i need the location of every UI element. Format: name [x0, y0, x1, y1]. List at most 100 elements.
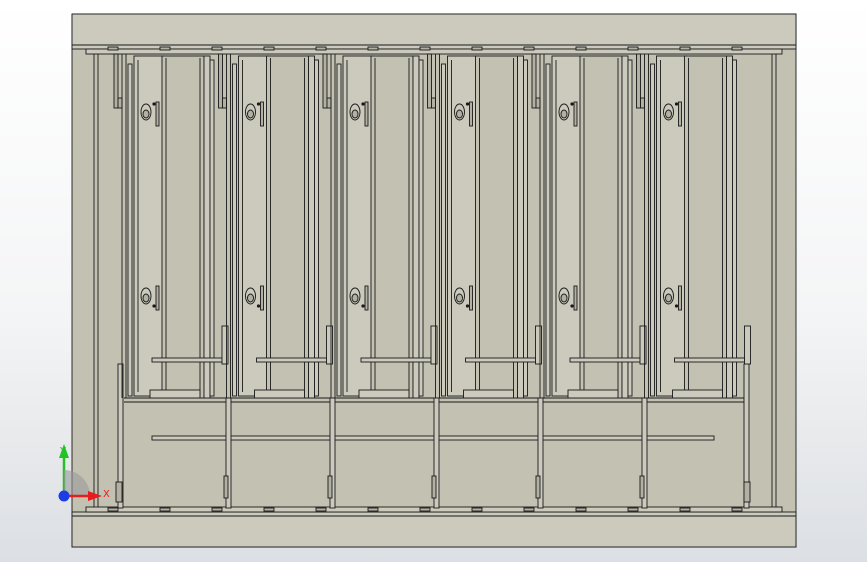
panel-flange [127, 63, 133, 397]
panel-foot [463, 389, 514, 399]
panel-foot [149, 389, 201, 399]
left-post-clip [115, 481, 123, 503]
bottom-bracket [465, 357, 536, 363]
bottom-tab [211, 507, 223, 512]
bracket-post [744, 325, 751, 365]
handle-slot-inner [665, 293, 672, 303]
bracket-post [221, 325, 229, 365]
top-tab [263, 46, 275, 51]
top-tab [731, 46, 743, 51]
bottom-tab [575, 507, 587, 512]
panel-rivet [361, 102, 365, 106]
panel-module [113, 53, 229, 399]
handle-bar [678, 285, 682, 311]
handle-slot-inner [142, 293, 150, 303]
panel-rivet [570, 102, 574, 106]
panel-strip [203, 55, 211, 399]
lower-divider-clip [327, 475, 333, 499]
handle-slot-inner [247, 109, 254, 119]
panel-flange [336, 63, 342, 397]
panel-plate [266, 55, 309, 399]
panel-strip [621, 55, 629, 399]
panel-module [531, 53, 647, 399]
panel-rivet [465, 102, 470, 106]
axis-triad: X Y [58, 444, 110, 502]
top-tab [575, 46, 587, 51]
handle-bar [155, 101, 160, 127]
bottom-tab [523, 507, 535, 512]
handle-bar [573, 285, 578, 311]
panel-strip-2 [627, 59, 633, 397]
panel-strip [517, 55, 524, 399]
panel-strip-2 [523, 59, 528, 397]
panel-module [636, 53, 751, 399]
bottom-bracket [256, 357, 327, 363]
bottom-tab [627, 507, 639, 512]
top-tab [679, 46, 691, 51]
top-rail [71, 13, 797, 50]
panel-foot [672, 389, 723, 399]
panel-rivet [674, 102, 679, 106]
top-tab [523, 46, 535, 51]
bottom-tab [367, 507, 379, 512]
handle-bar [469, 101, 473, 127]
top-shelf [85, 48, 783, 55]
guide-bar [427, 53, 432, 109]
bottom-rail [71, 511, 797, 548]
top-tab [627, 46, 639, 51]
handle-slot-inner [351, 293, 359, 303]
bracket-post [535, 325, 542, 365]
handle-bar [364, 101, 369, 127]
handle-slot-inner [560, 109, 568, 119]
handle-slot-inner [351, 109, 359, 119]
x-axis-label: X [103, 489, 110, 500]
bracket-post [326, 325, 333, 365]
handle-bar [469, 285, 473, 311]
top-tab [159, 46, 171, 51]
bottom-tab [159, 507, 171, 512]
panel-strip [412, 55, 420, 399]
panel-rivet [152, 102, 156, 106]
bottom-tab [263, 507, 275, 512]
panel-foot [567, 389, 619, 399]
top-tab [315, 46, 327, 51]
panel-plate [684, 55, 727, 399]
guide-clip [640, 97, 645, 109]
top-tab [419, 46, 431, 51]
handle-slot-inner [665, 109, 672, 119]
bottom-tab [315, 507, 327, 512]
handle-bar [155, 285, 160, 311]
bottom-bracket [151, 357, 223, 363]
lower-divider-clip [639, 475, 645, 499]
guide-bar [218, 53, 223, 109]
bracket-post [639, 325, 647, 365]
panel-rivet [465, 304, 470, 308]
handle-bar [678, 101, 682, 127]
guide-clip [326, 97, 332, 109]
panel-rivet [256, 102, 261, 106]
cad-viewport[interactable]: X Y [0, 0, 867, 562]
handle-bar [364, 285, 369, 311]
bottom-tab [731, 507, 743, 512]
panel-module [427, 53, 542, 399]
panel-strip [726, 55, 733, 399]
panel-strip-2 [314, 59, 319, 397]
bottom-bracket [360, 357, 432, 363]
tie-rod [151, 435, 715, 441]
panel-flange [441, 63, 446, 397]
handle-slot-inner [560, 293, 568, 303]
model-view[interactable] [0, 0, 867, 562]
panel-plate [579, 55, 623, 399]
y-axis-label: Y [59, 446, 67, 457]
panel-strip-2 [732, 59, 737, 397]
bottom-tab [679, 507, 691, 512]
guide-bar [322, 53, 328, 109]
panel-plate [370, 55, 414, 399]
bottom-bracket [569, 357, 641, 363]
panel-strip-2 [209, 59, 215, 397]
panel-strip-2 [418, 59, 424, 397]
guide-bar [531, 53, 537, 109]
lower-divider-clip [223, 475, 229, 499]
right-post-clip [743, 481, 751, 503]
bracket-post [430, 325, 438, 365]
